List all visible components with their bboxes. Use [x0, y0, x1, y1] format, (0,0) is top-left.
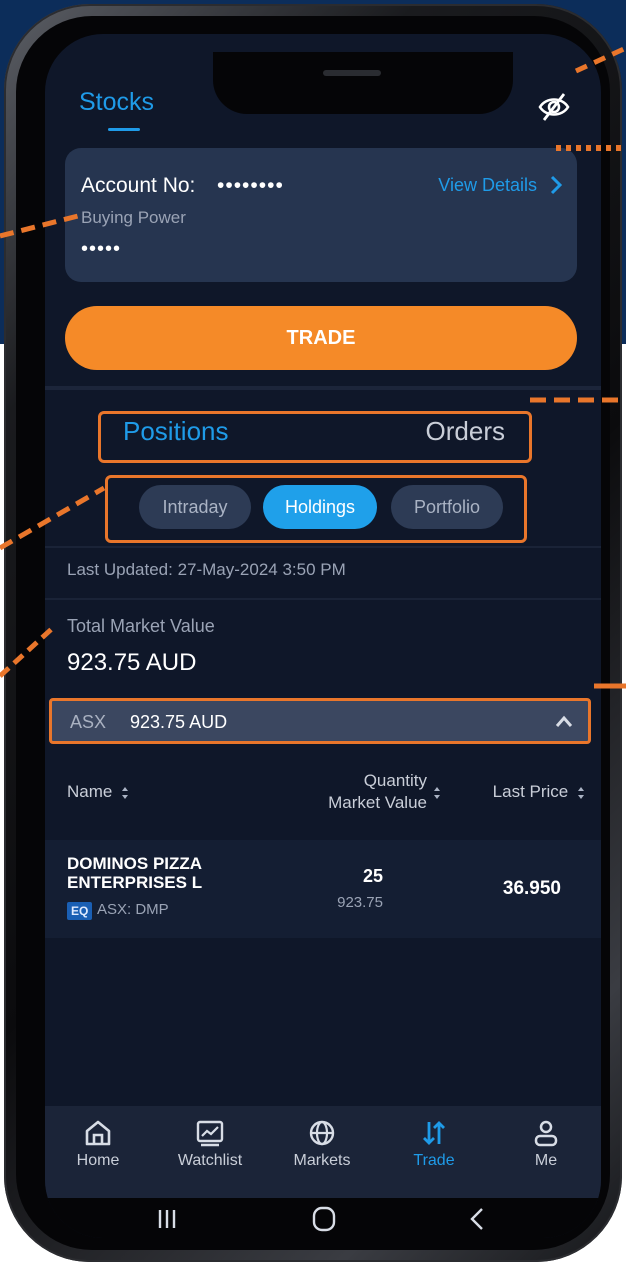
back-icon[interactable]: [469, 1206, 485, 1232]
column-market-value-label: Market Value: [328, 793, 427, 812]
nav-label: Markets: [293, 1152, 351, 1169]
nav-trade[interactable]: Trade: [384, 1118, 484, 1170]
table-row[interactable]: DOMINOS PIZZA ENTERPRISES L EQ ASX: DMP …: [45, 840, 601, 938]
page-title[interactable]: Stocks: [79, 88, 154, 117]
exchange-value: 923.75 AUD: [130, 712, 228, 732]
person-icon: [534, 1120, 558, 1147]
phone-notch: [213, 52, 513, 114]
nav-watchlist[interactable]: Watchlist: [160, 1118, 260, 1170]
nav-label: Watchlist: [177, 1152, 243, 1169]
subtabs-highlight-outline: [105, 475, 527, 543]
buying-power-label: Buying Power: [81, 208, 186, 227]
stock-name-line: DOMINOS PIZZA: [67, 854, 203, 873]
account-card: Account No: •••••••• View Details Buying…: [65, 148, 577, 282]
nav-label: Me: [534, 1152, 558, 1169]
column-header-last-price[interactable]: Last Price: [493, 782, 585, 802]
recent-apps-icon[interactable]: [157, 1208, 177, 1230]
nav-markets[interactable]: Markets: [272, 1118, 372, 1170]
exchange-name: ASX: [70, 712, 107, 732]
stock-name: DOMINOS PIZZA ENTERPRISES L: [67, 854, 287, 892]
stock-code: ASX: DMP: [97, 901, 169, 918]
column-quantity-label: Quantity: [363, 771, 427, 790]
sort-icon: [578, 786, 584, 799]
holding-market-value: 923.75: [337, 894, 383, 911]
divider: [45, 546, 601, 548]
hide-values-eye-off-icon[interactable]: [537, 92, 571, 122]
home-button-icon[interactable]: [311, 1206, 337, 1232]
column-last-price-label: Last Price: [492, 782, 569, 801]
section-divider: [45, 386, 601, 390]
column-header-name[interactable]: Name: [67, 782, 129, 802]
exchange-group-header[interactable]: ASX 923.75 AUD: [49, 698, 591, 744]
nav-label: Trade: [413, 1152, 455, 1169]
bottom-navigation: Home Watchlist Markets Trade Me: [45, 1106, 601, 1198]
title-underline: [108, 128, 140, 131]
sort-icon: [122, 786, 129, 799]
nav-home[interactable]: Home: [48, 1118, 148, 1170]
chevron-up-icon[interactable]: [554, 713, 574, 729]
last-updated-text: Last Updated: 27-May-2024 3:50 PM: [67, 560, 346, 579]
home-icon: [85, 1120, 111, 1146]
equity-badge: EQ: [67, 902, 93, 920]
sort-icon: [434, 787, 440, 799]
system-navigation-bar: [45, 1198, 601, 1238]
total-market-value: 923.75 AUD: [67, 649, 197, 676]
globe-icon: [309, 1120, 335, 1146]
stock-name-line: ENTERPRISES L: [67, 873, 203, 892]
buying-power-masked: •••••: [81, 238, 122, 260]
app-screen: Stocks Account No: •••••••• View Details…: [45, 34, 601, 1238]
view-details-link[interactable]: View Details: [438, 175, 537, 196]
trade-arrows-icon: [423, 1121, 445, 1145]
account-number-masked: ••••••••: [217, 174, 284, 197]
total-market-value-label: Total Market Value: [67, 616, 215, 636]
divider: [45, 598, 601, 600]
nav-me[interactable]: Me: [496, 1118, 596, 1170]
holding-last-price: 36.950: [502, 878, 561, 899]
account-number-label: Account No:: [81, 174, 196, 197]
column-header-quantity[interactable]: Quantity Market Value: [328, 770, 427, 814]
holding-quantity: 25: [362, 866, 383, 886]
nav-label: Home: [76, 1152, 120, 1169]
watchlist-chart-icon: [196, 1120, 224, 1147]
column-name-label: Name: [67, 782, 113, 801]
tabs-highlight-outline: [98, 411, 532, 463]
chevron-right-icon[interactable]: [549, 174, 563, 196]
trade-button[interactable]: TRADE: [65, 306, 577, 370]
